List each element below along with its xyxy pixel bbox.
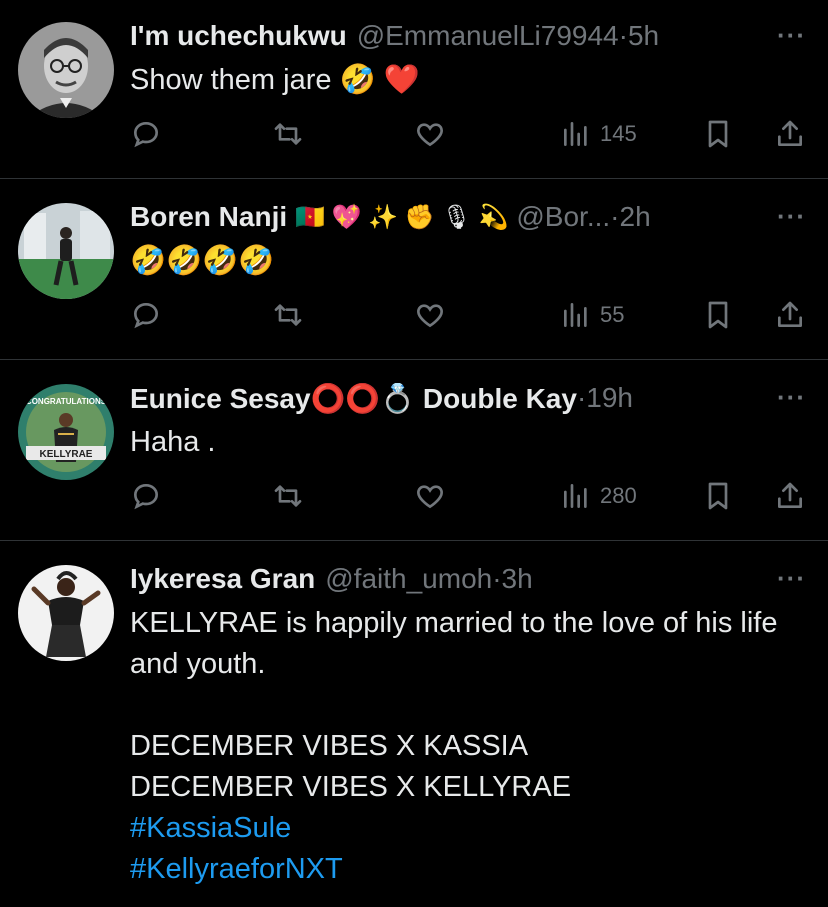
views-button[interactable]: 145: [560, 114, 637, 154]
timestamp[interactable]: 3h: [502, 563, 533, 595]
tweet-actions: 280: [130, 476, 810, 516]
handle[interactable]: @faith_umoh: [325, 563, 492, 595]
share-icon: [778, 482, 802, 508]
views-button[interactable]: 280: [560, 476, 637, 516]
bookmark-icon: [708, 301, 728, 329]
hashtag-link[interactable]: #KellyraeforNXT: [130, 849, 343, 890]
heart-icon: [417, 485, 443, 509]
tweet-text: 🤣🤣🤣🤣: [130, 245, 275, 277]
retweet-icon: [274, 485, 302, 507]
heart-icon: [417, 123, 443, 147]
share-icon: [778, 301, 802, 327]
retweet-button[interactable]: [272, 295, 304, 335]
tweet-actions: 145: [130, 114, 810, 154]
reply-button[interactable]: [130, 476, 162, 516]
retweet-button[interactable]: [272, 476, 304, 516]
bookmark-button[interactable]: [702, 114, 734, 154]
avatar[interactable]: [18, 203, 114, 299]
timestamp[interactable]: 5h: [628, 20, 659, 52]
retweet-icon: [274, 123, 302, 145]
retweet-button[interactable]: [272, 114, 304, 154]
display-name[interactable]: Boren Nanji: [130, 201, 287, 233]
reply-button[interactable]: [130, 114, 162, 154]
share-icon: [778, 120, 802, 146]
views-icon: [564, 303, 587, 327]
heart-icon: [417, 304, 443, 328]
more-icon[interactable]: ···: [777, 20, 806, 51]
display-name[interactable]: I'm uchechukwu: [130, 20, 347, 52]
like-button[interactable]: [414, 114, 446, 154]
tweet-text: Haha .: [130, 426, 216, 458]
tweet-text: KELLYRAE is happily married to the love …: [130, 607, 778, 803]
more-icon[interactable]: ···: [777, 563, 806, 594]
tweet-4[interactable]: Iykeresa Gran @faith_umoh · 3h ··· KELLY…: [0, 541, 828, 907]
name-emojis: 🇨🇲 💖 ✨ ✊ 🎙 💫: [295, 203, 509, 231]
handle[interactable]: @EmmanuelLi79944: [357, 20, 619, 52]
views-count: 55: [600, 302, 625, 327]
tweet-1[interactable]: I'm uchechukwu @EmmanuelLi79944 · 5h ···…: [0, 0, 828, 178]
more-icon[interactable]: ···: [777, 382, 806, 413]
views-count: 145: [600, 121, 637, 146]
separator: ·: [492, 563, 502, 594]
avatar[interactable]: [18, 565, 114, 661]
tweet-header: Iykeresa Gran @faith_umoh · 3h: [130, 559, 533, 599]
tweet-header: Boren Nanji 🇨🇲 💖 ✨ ✊ 🎙 💫 @Bor... · 2h: [130, 197, 651, 237]
reply-icon: [133, 302, 159, 329]
avatar-text-bottom: KELLYRAE: [40, 449, 93, 460]
timestamp[interactable]: 19h: [586, 382, 633, 414]
tweet-actions: 55: [130, 295, 810, 335]
avatar[interactable]: [18, 22, 114, 118]
reply-button[interactable]: [130, 295, 162, 335]
like-button[interactable]: [414, 476, 446, 516]
retweet-icon: [274, 304, 302, 326]
share-button[interactable]: [774, 476, 806, 516]
bookmark-icon: [708, 482, 728, 510]
views-button[interactable]: 55: [560, 295, 624, 335]
like-button[interactable]: [414, 295, 446, 335]
views-icon: [564, 484, 587, 508]
tweet-header: Eunice Sesay⭕⭕💍 Double Kay · 19h: [130, 378, 633, 418]
share-button[interactable]: [774, 295, 806, 335]
separator: ·: [610, 201, 620, 232]
tweet-text: Show them jare 🤣 ❤️: [130, 64, 420, 96]
display-name[interactable]: Eunice Sesay⭕⭕💍 Double Kay: [130, 382, 577, 415]
tweet-2[interactable]: Boren Nanji 🇨🇲 💖 ✨ ✊ 🎙 💫 @Bor... · 2h ··…: [0, 179, 828, 359]
handle[interactable]: @Bor...: [516, 201, 610, 233]
bookmark-icon: [708, 120, 728, 148]
tweet-header: I'm uchechukwu @EmmanuelLi79944 · 5h: [130, 16, 659, 56]
more-icon[interactable]: ···: [777, 201, 806, 232]
tweet-3[interactable]: CONGRATULATIONS KELLYRAE Eunice Sesay⭕⭕💍…: [0, 360, 828, 540]
share-button[interactable]: [774, 114, 806, 154]
views-icon: [564, 122, 587, 146]
hashtag-link[interactable]: #KassiaSule: [130, 808, 291, 849]
avatar[interactable]: CONGRATULATIONS KELLYRAE: [18, 384, 114, 480]
bookmark-button[interactable]: [702, 476, 734, 516]
reply-icon: [133, 483, 159, 510]
separator: ·: [618, 20, 628, 51]
timestamp[interactable]: 2h: [620, 201, 651, 233]
avatar-text-top: CONGRATULATIONS: [26, 397, 107, 406]
views-count: 280: [600, 483, 637, 508]
bookmark-button[interactable]: [702, 295, 734, 335]
reply-icon: [133, 121, 159, 148]
display-name[interactable]: Iykeresa Gran: [130, 563, 315, 595]
separator: ·: [576, 382, 587, 413]
